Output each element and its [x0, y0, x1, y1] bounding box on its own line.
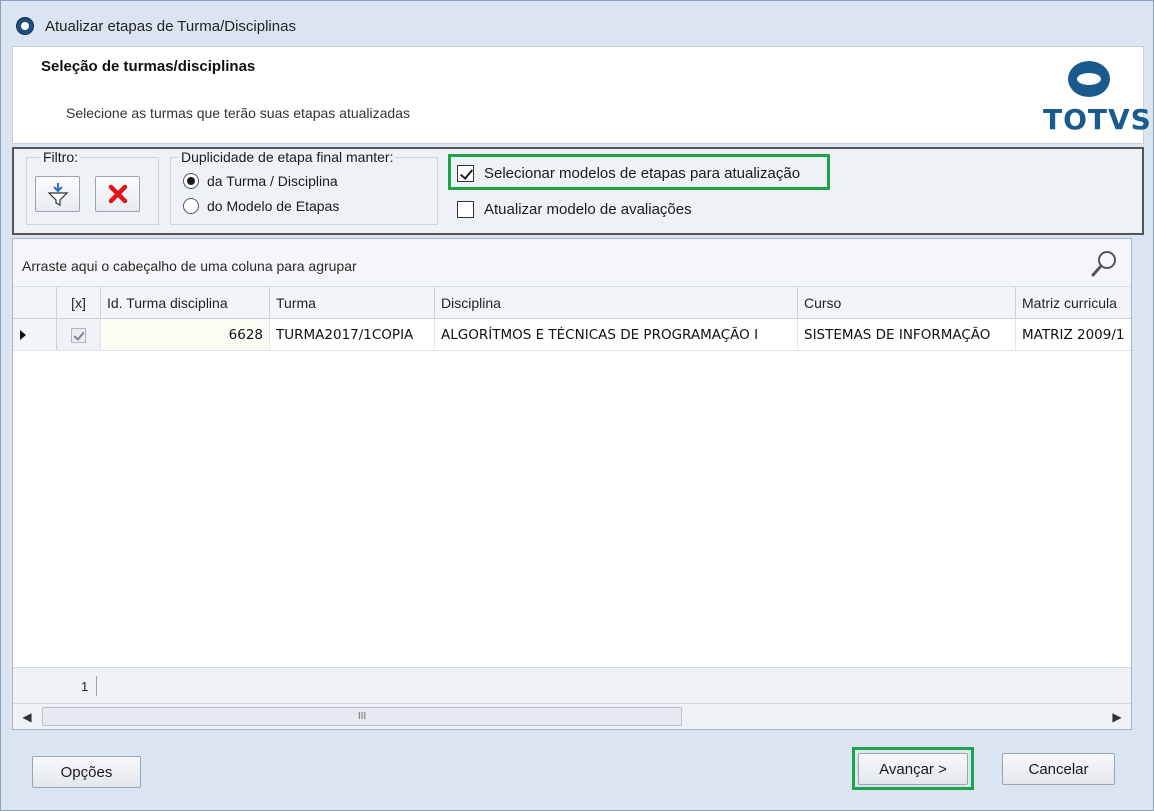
totvs-logo-text: TOTVS: [1043, 103, 1152, 136]
filter-icon: [47, 183, 68, 206]
radio-option-turma[interactable]: da Turma / Disciplina: [183, 173, 338, 189]
row-indicator-header: [13, 287, 57, 318]
search-icon[interactable]: [1089, 249, 1119, 279]
row-indicator: [13, 319, 57, 350]
select-models-checkbox[interactable]: [457, 165, 474, 182]
classes-grid: Arraste aqui o cabeçalho de uma coluna p…: [12, 238, 1132, 730]
horizontal-scrollbar[interactable]: ◀ III ▶: [13, 703, 1131, 729]
column-header-id[interactable]: Id. Turma disciplina: [101, 287, 270, 318]
options-panel: Filtro: Duplicidade de etapa final mante…: [12, 147, 1144, 235]
row-count: 1: [81, 679, 89, 694]
cell-curso[interactable]: SISTEMAS DE INFORMAÇÃO: [798, 319, 1016, 350]
filter-group: Filtro:: [26, 149, 159, 225]
red-x-icon: [108, 184, 127, 204]
clear-filter-button[interactable]: [95, 176, 140, 212]
scroll-thumb[interactable]: III: [42, 707, 682, 726]
column-header-matriz[interactable]: Matriz curricula: [1016, 287, 1131, 318]
apply-filter-button[interactable]: [35, 176, 80, 212]
grid-footer: 1: [13, 667, 1131, 703]
options-button[interactable]: Opções: [32, 756, 141, 788]
cell-disciplina[interactable]: ALGORÍTMOS E TÉCNICAS DE PROGRAMAÇÃO I: [435, 319, 798, 350]
update-assessment-label: Atualizar modelo de avaliações: [484, 201, 692, 218]
page-title: Seleção de turmas/disciplinas: [41, 58, 256, 75]
totvs-logo-icon: [1068, 61, 1110, 97]
row-select-cell[interactable]: [57, 319, 101, 350]
column-header-select[interactable]: [x]: [57, 287, 101, 318]
scroll-left-icon[interactable]: ◀: [19, 709, 35, 725]
column-header-disciplina[interactable]: Disciplina: [435, 287, 798, 318]
duplicity-legend: Duplicidade de etapa final manter:: [179, 149, 396, 165]
filter-legend: Filtro:: [41, 149, 80, 165]
wizard-header: Seleção de turmas/disciplinas Selecione …: [12, 46, 1151, 144]
window-title: Atualizar etapas de Turma/Disciplinas: [45, 18, 296, 35]
group-by-area[interactable]: Arraste aqui o cabeçalho de uma coluna p…: [13, 239, 1131, 287]
cell-matriz[interactable]: MATRIZ 2009/1: [1016, 319, 1131, 350]
grid-header-row: [x] Id. Turma disciplina Turma Disciplin…: [13, 287, 1131, 319]
column-header-curso[interactable]: Curso: [798, 287, 1016, 318]
button-bar: Opções Avançar > Cancelar: [12, 736, 1144, 806]
dialog-window: Atualizar etapas de Turma/Disciplinas Se…: [0, 0, 1154, 811]
cell-id[interactable]: 6628: [101, 319, 270, 350]
row-pointer-icon: [20, 330, 26, 340]
app-icon: [16, 17, 34, 35]
column-header-turma[interactable]: Turma: [270, 287, 435, 318]
page-subtitle: Selecione as turmas que terão suas etapa…: [66, 105, 410, 121]
update-assessment-checkbox[interactable]: [457, 201, 474, 218]
row-select-checkbox[interactable]: [71, 327, 86, 343]
radio-label: do Modelo de Etapas: [207, 198, 340, 214]
radio-option-modelo[interactable]: do Modelo de Etapas: [183, 198, 339, 214]
title-bar: Atualizar etapas de Turma/Disciplinas: [1, 1, 1153, 43]
table-row[interactable]: 6628 TURMA2017/1COPIA ALGORÍTMOS E TÉCNI…: [13, 319, 1131, 351]
group-by-hint: Arraste aqui o cabeçalho de uma coluna p…: [22, 258, 357, 274]
select-models-checkbox-row[interactable]: Selecionar modelos de etapas para atuali…: [457, 165, 800, 182]
select-models-label: Selecionar modelos de etapas para atuali…: [484, 165, 801, 182]
radio-label: da Turma / Disciplina: [207, 173, 338, 189]
footer-divider: [96, 676, 97, 696]
scroll-right-icon[interactable]: ▶: [1109, 709, 1125, 725]
radio-button[interactable]: [183, 198, 199, 214]
next-button[interactable]: Avançar >: [858, 753, 968, 785]
update-assessment-checkbox-row[interactable]: Atualizar modelo de avaliações: [457, 201, 692, 218]
radio-button[interactable]: [183, 173, 199, 189]
cancel-button[interactable]: Cancelar: [1002, 753, 1115, 785]
cell-turma[interactable]: TURMA2017/1COPIA: [270, 319, 435, 350]
duplicity-group: Duplicidade de etapa final manter: da Tu…: [170, 149, 438, 225]
